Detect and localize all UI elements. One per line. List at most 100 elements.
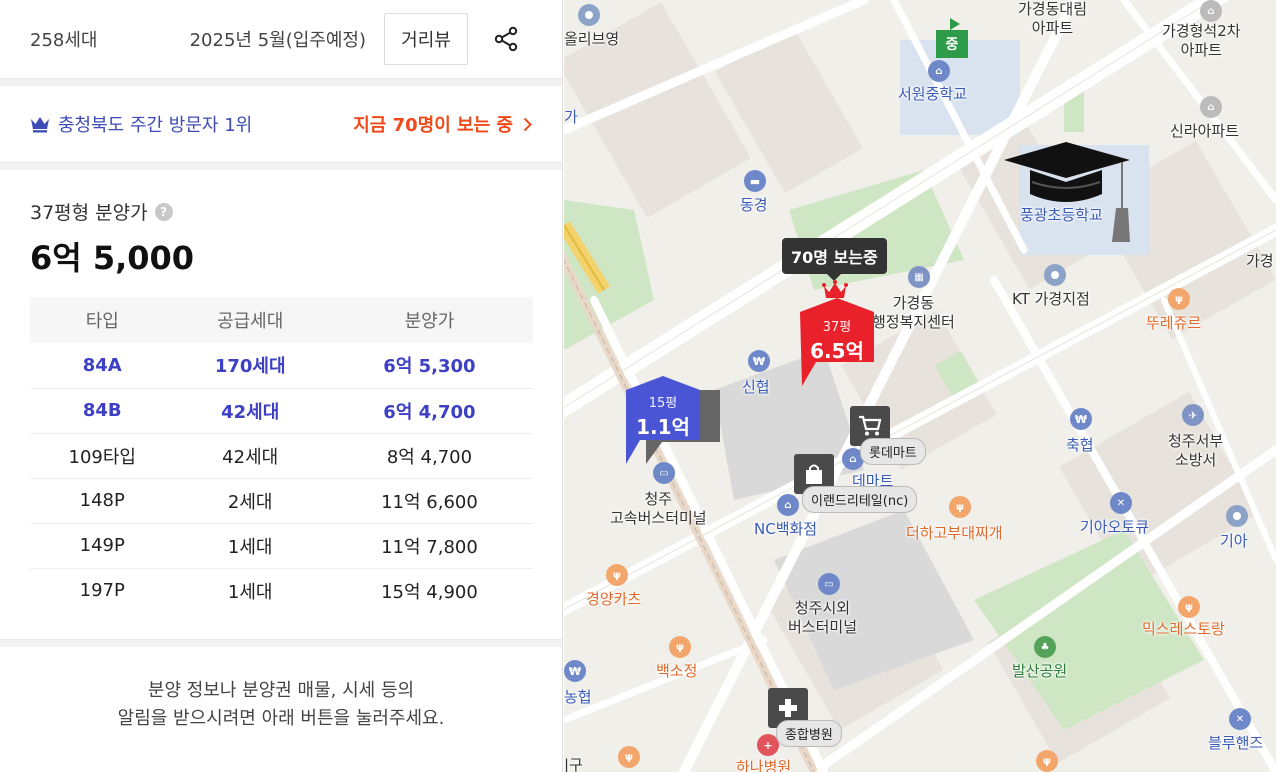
marker-size: 15평 [648,396,678,411]
map-label: 신라아파트 [1170,122,1240,140]
cell-type: 197P [79,580,125,602]
cell-price: 6억 5,300 [325,343,533,389]
map-label: 하나병원 [736,758,792,772]
share-button[interactable] [480,13,532,65]
food-icon: ψ [1036,750,1058,772]
bank-icon: ₩ [1070,408,1092,430]
school-flag-label: 중 [945,37,959,53]
listing-marker-37[interactable]: 37평 6.5억 [800,298,874,386]
food-icon: ψ [606,564,628,586]
graduation-cap-icon [1000,138,1134,246]
price-label: 37평형 분양가 [30,202,148,224]
flag-pennant [950,18,960,30]
map-label: 가 [564,108,578,126]
cell-supply: 42세대 [174,433,326,479]
shopping-bag-icon [806,464,822,484]
help-icon[interactable]: ? [154,202,173,221]
table-row[interactable]: 109타입 42세대 8억 4,700 [30,433,533,479]
map-label: 기아 [1220,532,1248,550]
map-label: 기아오토큐 [1080,518,1150,536]
map-label: 가경형석2차 아파트 [1162,22,1241,59]
rank-text: 충청북도 주간 방문자 1위 [58,115,253,136]
bed-icon: ▬ [744,170,766,192]
medical-cross-icon [779,699,797,717]
table-row[interactable]: 84A 170세대 6억 5,300 [30,343,533,389]
hospital-label[interactable]: 종합병원 [776,720,842,747]
map-label: 신협 [742,378,770,396]
school-pin-icon: ⌂ [928,60,950,82]
chevron-right-icon [523,117,532,132]
notice-line-1: 분양 정보나 분양권 매물, 시세 등의 [147,680,415,701]
map-label: |구 [564,756,583,772]
lotte-mart-label[interactable]: 롯데마트 [860,438,926,465]
eland-label[interactable]: 이랜드리테일(nc) [802,486,918,513]
bus-icon: ▭ [818,573,840,595]
cell-supply: 2세대 [174,478,326,524]
cart-icon [859,415,882,436]
header-price: 분양가 [325,297,533,343]
park-icon: ♣ [1034,636,1056,658]
header-supply: 공급세대 [174,297,326,343]
unit-type-table: 타입 공급세대 분양가 84A 170세대 6억 5,300 84B 42세대 … [30,297,533,613]
bank-icon: ₩ [748,350,770,372]
map-label: 발산공원 [1012,662,1068,680]
map-label: 백소정 [656,662,698,680]
unit-count: 258세대 [30,30,98,51]
table-row[interactable]: 148P 2세대 11억 6,600 [30,478,533,524]
food-icon: ψ [1178,596,1200,618]
map-view[interactable]: ⌂ ⌂ ⌂ ▬ ▦ ψ ₩ ₩ ✈ ▭ ⌂ ⌂ ψ ✕ ψ ▭ ψ ψ ♣ ₩ … [564,0,1276,772]
cell-price: 8억 4,700 [325,433,533,479]
map-label: 가경 [1246,252,1274,270]
notice-line-2: 알림을 받으시려면 아래 버튼을 눌러주세요. [117,708,445,729]
food-icon: ψ [1168,288,1190,310]
government-icon: ▦ [908,266,930,288]
map-label: 블루핸즈 [1208,734,1264,752]
viewers-tooltip: 70명 보는중 [782,238,887,281]
cell-type: 149P [30,523,175,569]
divider [0,639,562,647]
marker-size: 37평 [822,320,852,335]
shopping-icon: ⌂ [777,494,799,516]
crown-icon [30,115,50,133]
notification-notice: 분양 정보나 분양권 매물, 시세 등의 알림을 받으시려면 아래 버튼을 눌러… [0,647,562,763]
school-flag-icon: 중 [936,30,968,58]
marker-price: 1.1억 [636,415,690,439]
apartment-icon: ⌂ [1200,0,1222,22]
table-row[interactable]: 197P 1세대 15억 4,900 [30,568,533,613]
repair-icon: ✕ [1110,492,1132,514]
map-label: 서원중학교 [898,85,968,103]
apartment-icon: ⌂ [1200,96,1222,118]
bank-icon: ₩ [564,660,586,682]
map-label: KT 가경지점 [1012,290,1090,308]
price-label-row: 37평형 분양가 ? [30,198,532,225]
cell-supply: 42세대 [174,388,326,434]
listing-marker-15[interactable]: 15평 1.1억 [626,376,700,464]
map-label: 경양카츠 [586,590,642,608]
street-view-button[interactable]: 거리뷰 [384,13,468,65]
cell-type: 84A [30,343,175,389]
table-header-row: 타입 공급세대 분양가 [30,297,533,343]
cell-price: 11억 6,600 [325,478,533,524]
summary-row: 258세대 2025년 5월(입주예정) 거리뷰 [0,0,562,78]
divider [0,78,562,86]
visitor-rank-row: 충청북도 주간 방문자 1위 지금 70명이 보는 중 [0,86,562,162]
food-icon: ψ [618,746,640,768]
move-in-date: 2025년 5월(입주예정) [189,30,366,51]
table-row[interactable]: 149P 1세대 11억 7,800 [30,523,533,569]
cell-supply: 1세대 [174,523,326,569]
table-row[interactable]: 84B 42세대 6억 4,700 [30,388,533,434]
divider [0,162,562,170]
repair-icon: ✕ [1229,708,1251,730]
map-label: 올리브영 [564,30,620,48]
viewers-link[interactable]: 지금 70명이 보는 중 [353,111,532,137]
cell-type: 84B [30,388,175,434]
map-label: 청주서부 소방서 [1168,432,1224,469]
cell-supply: 170세대 [174,343,326,389]
complex-info-panel: 258세대 2025년 5월(입주예정) 거리뷰 충청북도 주간 방문자 1위 … [0,0,563,772]
map-label: NC백화점 [754,520,818,538]
price-section: 37평형 분양가 ? 6억 5,000 타입 공급세대 분양가 84A 170세… [0,170,562,639]
subway-icon [578,4,600,26]
cell-price: 15억 4,900 [381,581,478,603]
map-label: 축협 [1066,436,1094,454]
food-icon: ψ [949,496,971,518]
